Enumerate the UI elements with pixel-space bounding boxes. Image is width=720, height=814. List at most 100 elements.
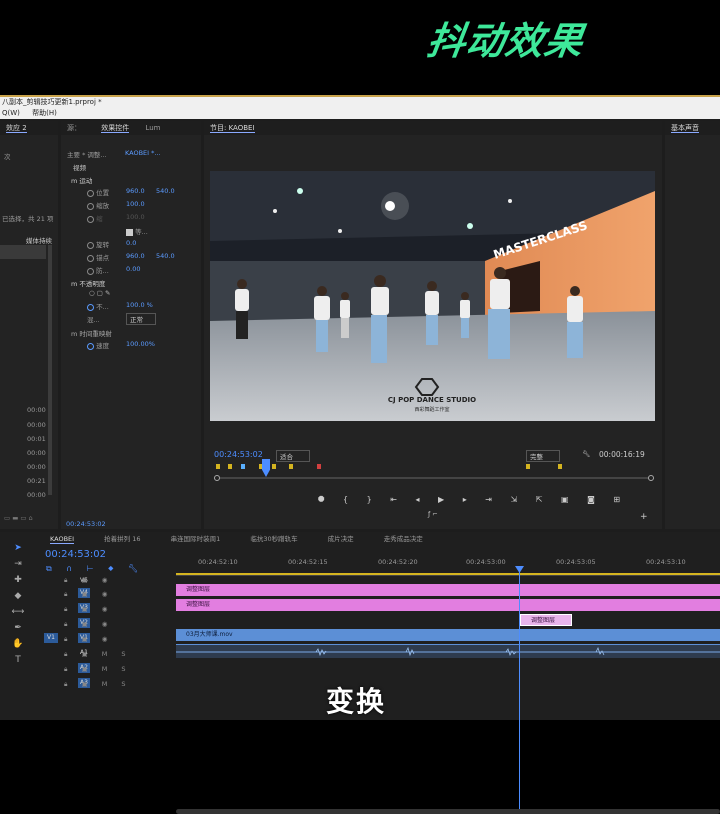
position-y[interactable]: 540.0 xyxy=(156,187,175,195)
clip-adjustment-layer-selected[interactable]: 调整图层 xyxy=(520,614,572,626)
tools-panel: ➤ ⇥ ✚ ◆ ⟷ ✒ ✋ T xyxy=(8,540,28,710)
track-controls[interactable]: 🔒︎ ▣ ◉ xyxy=(64,635,113,644)
selection-tool-icon[interactable]: ➤ xyxy=(8,540,28,556)
fx-icon[interactable]: ƒ ⌐ xyxy=(428,510,438,518)
marker[interactable] xyxy=(228,464,232,469)
stopwatch-icon[interactable] xyxy=(87,267,94,275)
clip-adjustment-layer[interactable]: 调整图层 xyxy=(176,599,720,611)
program-timecode[interactable]: 00:24:53:02 xyxy=(214,450,263,459)
marker[interactable] xyxy=(216,464,220,469)
marker[interactable] xyxy=(558,464,562,469)
transport-controls[interactable]: ⯃ { } ⇤ ◂ ▶ ▸ ⇥ ⇲ ⇱ ▣ ◙ ⊞ xyxy=(318,495,628,505)
selected-row[interactable] xyxy=(0,245,46,259)
time-cell: 00:00 xyxy=(27,449,46,457)
wrench-icon[interactable]: 🔧︎ xyxy=(582,450,590,458)
track-controls[interactable]: 🔒︎ ▣ ◉ xyxy=(64,605,113,614)
marker[interactable] xyxy=(526,464,530,469)
stopwatch-icon[interactable] xyxy=(87,189,94,197)
marker-row-right[interactable] xyxy=(524,464,564,470)
checkbox-icon[interactable] xyxy=(126,228,133,236)
rotation-value[interactable]: 0.0 xyxy=(126,239,136,247)
clip-adjustment-layer[interactable]: 调整图层 xyxy=(176,584,720,596)
quality-select[interactable]: 完整 xyxy=(526,450,560,462)
section-video: 视频 xyxy=(73,164,86,172)
track-controls[interactable]: 🔒︎ ▣ ◉ xyxy=(64,590,113,599)
slip-icon[interactable]: ⟷ xyxy=(8,604,28,620)
tab-lumetri[interactable]: Lum xyxy=(145,124,160,132)
antiflicker-row: 防... xyxy=(87,265,109,275)
project-footer-icons[interactable]: ▭ ▬ ▭ ⌂ xyxy=(4,514,33,522)
mask-tools[interactable]: ○ ▢ ✎ xyxy=(89,289,110,297)
clip-audio[interactable] xyxy=(176,644,720,658)
anchor-x[interactable]: 960.0 xyxy=(126,252,145,260)
watermark-line1: CJ POP DANCE STUDIO xyxy=(388,396,476,404)
scale-value[interactable]: 100.0 xyxy=(126,200,145,208)
stopwatch-icon[interactable] xyxy=(87,202,94,210)
tab-essential-sound[interactable]: 基本声音 xyxy=(671,124,699,133)
position-x[interactable]: 960.0 xyxy=(126,187,145,195)
watermark-line2: 西彩舞蹈工作室 xyxy=(414,406,449,413)
timeline-playhead[interactable] xyxy=(519,569,520,809)
anchor-row: 锚点 xyxy=(87,252,109,262)
column-header-duration[interactable]: 媒体持续 xyxy=(26,235,52,245)
timeline-tools[interactable]: ⧉ ∩ ⊢ ⬥ 🔧︎ xyxy=(46,564,144,574)
time-cell: 00:00 xyxy=(27,491,46,499)
rotation-label: 旋转 xyxy=(96,241,110,249)
effect-time-remap[interactable]: ⅿ 时间重映射 xyxy=(71,328,112,338)
ripple-edit-icon[interactable]: ✚ xyxy=(8,572,28,588)
stopwatch-icon[interactable] xyxy=(87,254,94,262)
marker[interactable] xyxy=(272,464,276,469)
source-select[interactable]: 主要 * 调整... xyxy=(67,149,107,159)
scrub-bar[interactable] xyxy=(214,475,654,481)
time-ruler[interactable]: 00:24:52:10 00:24:52:15 00:24:52:20 00:2… xyxy=(176,552,720,576)
pen-icon[interactable]: ✒ xyxy=(8,620,28,636)
timeline-playhead-timecode[interactable]: 00:24:53:02 xyxy=(45,549,106,560)
marker[interactable] xyxy=(241,464,245,469)
track-controls[interactable]: 🔒︎ ▣ ◉ xyxy=(64,576,113,585)
tab-program[interactable]: 节目: KAOBEI xyxy=(210,124,255,133)
track-controls[interactable]: 🔒︎ ▣ M S xyxy=(64,665,132,674)
track-select-icon[interactable]: ⇥ xyxy=(8,556,28,572)
marker[interactable] xyxy=(317,464,321,469)
opacity-value[interactable]: 100.0 % xyxy=(126,301,153,309)
anchor-y[interactable]: 540.0 xyxy=(156,252,175,260)
antiflicker-value[interactable]: 0.00 xyxy=(126,265,140,273)
source-patch-v1[interactable]: V1 xyxy=(44,633,58,643)
menu-item-window[interactable]: Q(W) xyxy=(2,109,20,117)
tab-sequence[interactable]: 串连国际时装周1 xyxy=(171,535,221,543)
clip-select[interactable]: KAOBEI *... xyxy=(125,149,161,157)
tab-sequence[interactable]: 成片决定 xyxy=(328,535,354,543)
tab-sequence[interactable]: 抢着拼列 16 xyxy=(104,535,140,543)
stopwatch-icon[interactable] xyxy=(87,303,94,311)
track-controls[interactable]: 🔒︎ ▣ M S xyxy=(64,680,132,689)
speed-value[interactable]: 100.00% xyxy=(126,340,155,348)
blend-mode-select[interactable]: 正常 xyxy=(126,313,156,325)
uniform-scale[interactable]: 等... xyxy=(126,226,148,236)
track-controls[interactable]: 🔒︎ ▣ ◉ xyxy=(64,620,113,629)
menu-item-help[interactable]: 帮助(H) xyxy=(32,109,57,117)
tab-sequence[interactable]: 走秀成品决定 xyxy=(384,535,423,543)
add-button-icon[interactable]: + xyxy=(640,512,648,522)
track-controls[interactable]: 🔒︎ ▣ M S xyxy=(64,650,132,659)
tab-effect-controls[interactable]: 效果控件 xyxy=(101,124,130,133)
scrollbar[interactable] xyxy=(48,245,52,495)
effect-opacity[interactable]: ⅿ 不透明度 xyxy=(71,278,105,288)
scale-width-row: 缩 xyxy=(87,213,103,223)
fit-select[interactable]: 适合 xyxy=(276,450,310,462)
clip-video[interactable]: 03月大师课.mov xyxy=(176,629,720,641)
stopwatch-icon[interactable] xyxy=(87,241,94,249)
tab-sequence[interactable]: KAOBEI xyxy=(50,535,75,544)
effect-motion[interactable]: ⅿ 运动 xyxy=(71,175,92,185)
stopwatch-icon[interactable] xyxy=(87,342,94,350)
work-area-bar[interactable] xyxy=(176,573,720,575)
tab-sequence[interactable]: 临抗30秒蹭轨车 xyxy=(250,535,297,543)
hand-icon[interactable]: ✋ xyxy=(8,636,28,652)
effect-timecode[interactable]: 00:24:53:02 xyxy=(66,520,106,528)
marker[interactable] xyxy=(289,464,293,469)
tab-project[interactable]: 效应 2 xyxy=(6,124,27,133)
timeline-scrollbar[interactable] xyxy=(176,809,720,814)
position-label: 位置 xyxy=(96,189,110,197)
tab-source[interactable]: 源： xyxy=(67,124,81,132)
razor-icon[interactable]: ◆ xyxy=(8,588,28,604)
type-icon[interactable]: T xyxy=(8,652,28,668)
